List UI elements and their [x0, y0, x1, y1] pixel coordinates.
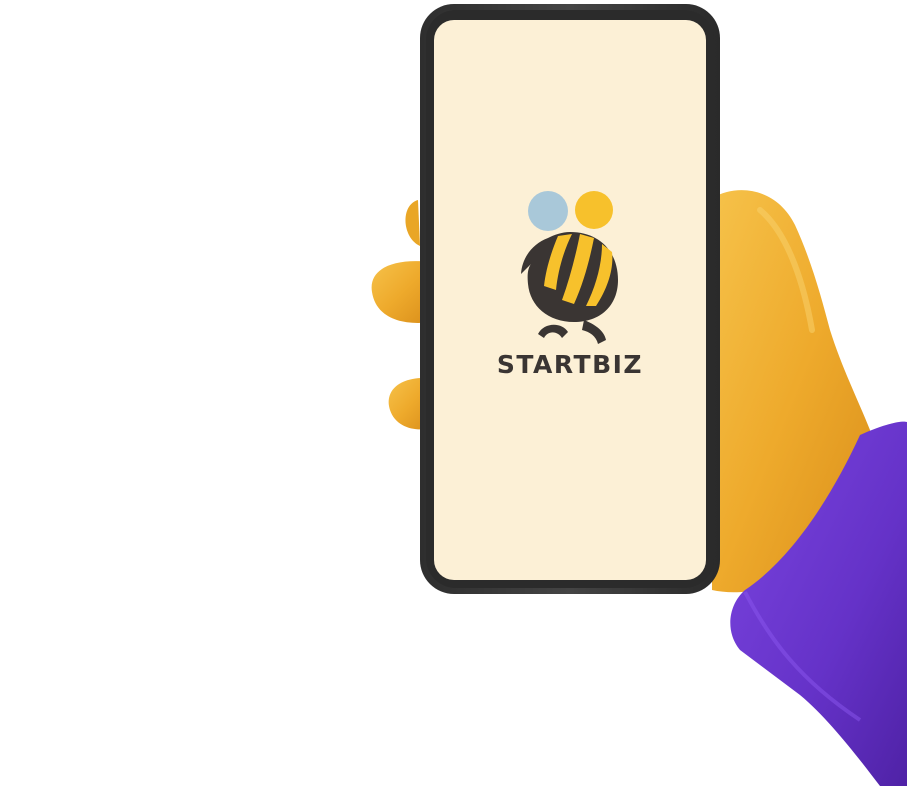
bee-wing-left — [528, 191, 568, 231]
bee-logo-icon — [521, 191, 618, 344]
bee-body — [521, 232, 618, 344]
phone-screen: STARTBIZ — [434, 20, 706, 580]
scene: STARTBIZ — [0, 0, 907, 786]
bee-wing-right — [575, 191, 613, 229]
brand-name: STARTBIZ — [496, 350, 644, 379]
